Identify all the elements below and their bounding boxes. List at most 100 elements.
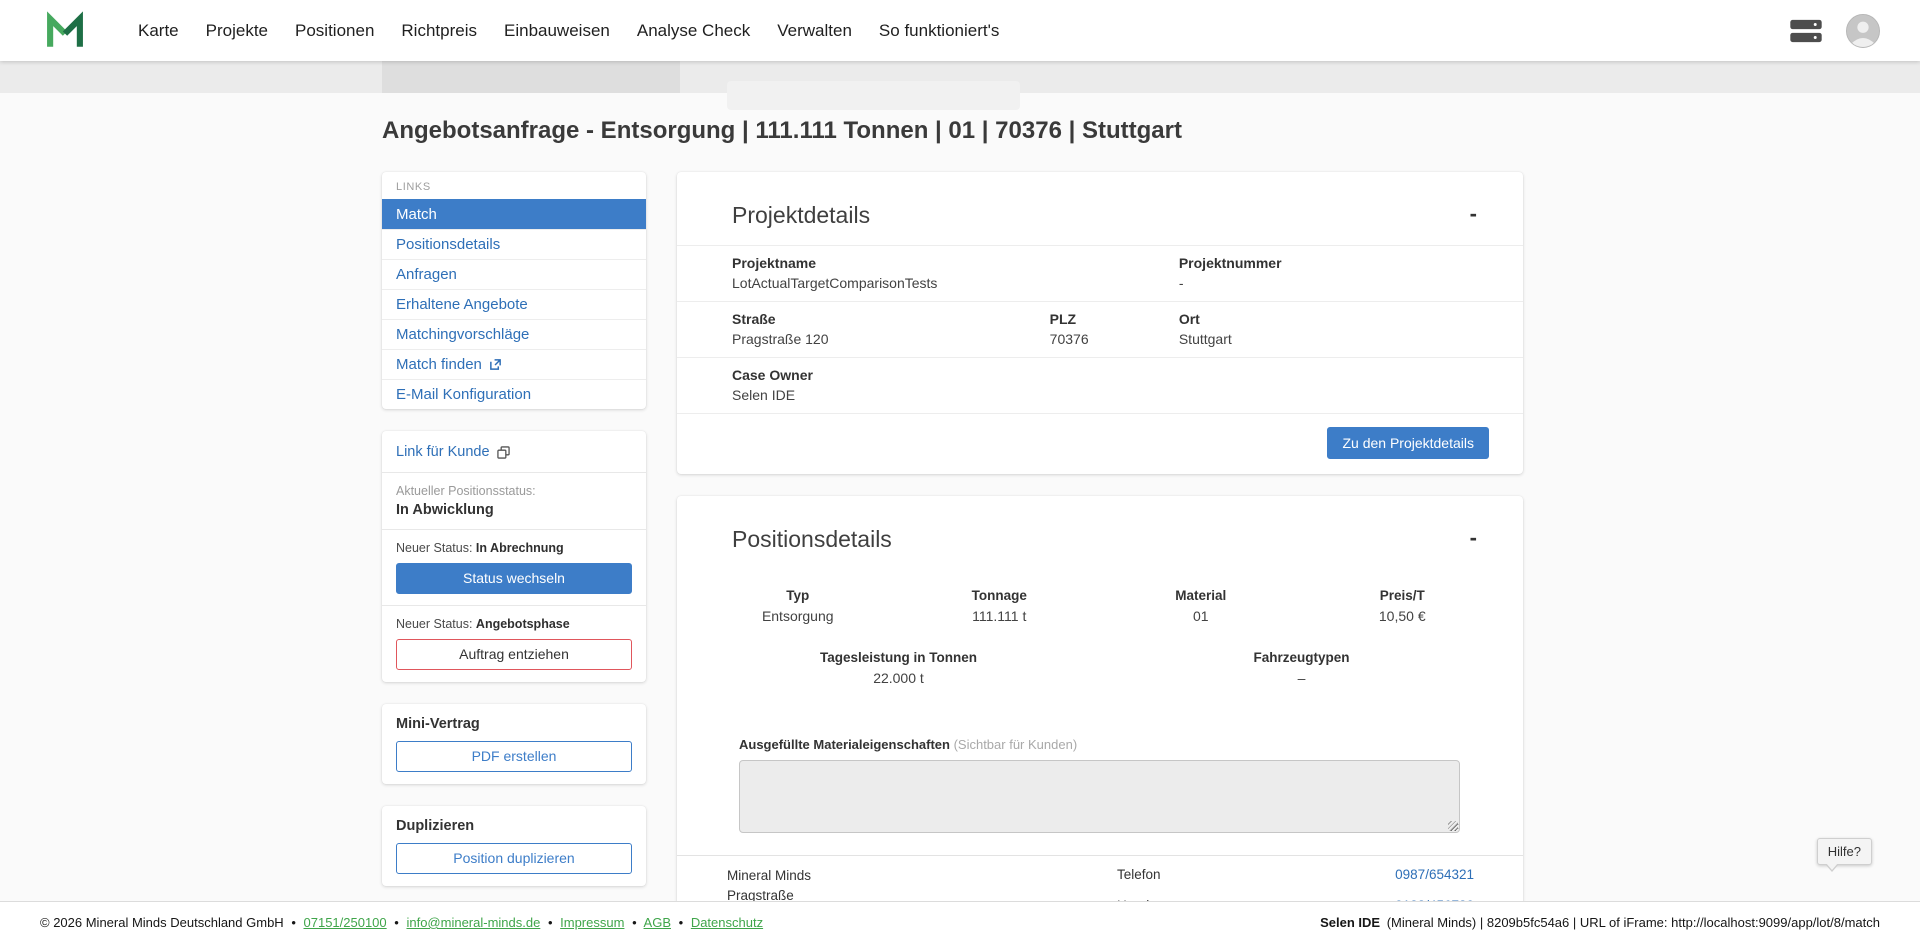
phone-link[interactable]: 0987/654321 bbox=[1395, 866, 1474, 884]
table-row: Case Owner Selen IDE bbox=[677, 358, 1523, 414]
user-avatar[interactable] bbox=[1846, 14, 1880, 48]
sidebar-item-matchingvorschlaege[interactable]: Matchingvorschläge bbox=[382, 319, 646, 349]
new-status-line: Neuer Status: In Abrechnung bbox=[396, 541, 632, 555]
stat-typ: Typ Entsorgung bbox=[697, 587, 899, 625]
separator-dot: • bbox=[548, 915, 553, 930]
sidebar-item-match-finden[interactable]: Match finden bbox=[382, 349, 646, 379]
stat-tagesleistung: Tagesleistung in Tonnen 22.000 t bbox=[697, 649, 1100, 687]
phone-row: Telefon 0987/654321 bbox=[1117, 866, 1474, 884]
material-properties-label: Ausgefüllte Materialeigenschaften (Sicht… bbox=[739, 737, 1460, 752]
new-status-value: In Abrechnung bbox=[476, 541, 564, 555]
current-status-value: In Abwicklung bbox=[396, 502, 632, 518]
duplicate-card: Duplizieren Position duplizieren bbox=[382, 806, 646, 886]
field-label: Projektnummer bbox=[1179, 254, 1483, 272]
field-value: - bbox=[1179, 274, 1483, 292]
mineral-minds-logo[interactable] bbox=[44, 9, 86, 53]
new-status-line: Neuer Status: Angebotsphase bbox=[396, 617, 632, 631]
resize-handle-icon[interactable] bbox=[1448, 821, 1458, 831]
copy-icon bbox=[497, 446, 510, 459]
stat-label: Typ bbox=[697, 587, 899, 604]
sidebar-item-match[interactable]: Match bbox=[382, 199, 646, 229]
external-link-icon bbox=[489, 358, 502, 371]
help-button[interactable]: Hilfe? bbox=[1817, 838, 1872, 865]
stat-label: Tagesleistung in Tonnen bbox=[697, 649, 1100, 666]
stat-value: 111.111 t bbox=[899, 608, 1101, 625]
nav-item-richtpreis[interactable]: Richtpreis bbox=[401, 21, 477, 41]
new-status-label: Neuer Status: bbox=[396, 541, 472, 555]
material-properties-textarea[interactable] bbox=[739, 760, 1460, 833]
footer-agb-link[interactable]: AGB bbox=[644, 915, 671, 930]
table-row: Projektname LotActualTargetComparisonTes… bbox=[677, 246, 1523, 302]
top-nav: Karte Projekte Positionen Richtpreis Ein… bbox=[0, 0, 1920, 61]
stat-tonnage: Tonnage 111.111 t bbox=[899, 587, 1101, 625]
loading-placeholder bbox=[382, 61, 680, 93]
status-card: Link für Kunde Aktueller Positionsstatus… bbox=[382, 431, 646, 682]
field-label: Case Owner bbox=[732, 366, 1483, 384]
separator-dot: • bbox=[632, 915, 637, 930]
separator-dot: • bbox=[291, 915, 296, 930]
table-row: Straße Pragstraße 120 PLZ 70376 Ort Stut… bbox=[677, 302, 1523, 358]
company-name: Mineral Minds bbox=[727, 866, 819, 886]
customer-link[interactable]: Link für Kunde bbox=[396, 444, 510, 460]
nav-right-group bbox=[1790, 14, 1880, 48]
divider bbox=[382, 529, 646, 530]
status-change-button[interactable]: Status wechseln bbox=[396, 563, 632, 594]
position-stats-row: Typ Entsorgung Tonnage 111.111 t Materia… bbox=[677, 587, 1523, 625]
duplicate-position-button[interactable]: Position duplizieren bbox=[396, 843, 632, 874]
phone-label: Telefon bbox=[1117, 866, 1161, 884]
stat-label: Tonnage bbox=[899, 587, 1101, 604]
footer-email-link[interactable]: info@mineral-minds.de bbox=[406, 915, 540, 930]
mini-contract-card: Mini-Vertrag PDF erstellen bbox=[382, 704, 646, 784]
footer: © 2026 Mineral Minds Deutschland GmbH • … bbox=[0, 901, 1920, 943]
page-content: Angebotsanfrage - Entsorgung | 111.111 T… bbox=[382, 117, 1523, 943]
material-label-hint: (Sichtbar für Kunden) bbox=[954, 737, 1078, 752]
nav-item-einbauweisen[interactable]: Einbauweisen bbox=[504, 21, 610, 41]
new-status-label: Neuer Status: bbox=[396, 617, 472, 631]
logo-m-icon bbox=[44, 9, 86, 53]
sidebar-item-erhaltene-angebote[interactable]: Erhaltene Angebote bbox=[382, 289, 646, 319]
field-value: LotActualTargetComparisonTests bbox=[732, 274, 1179, 292]
nav-item-so-funktionierts[interactable]: So funktioniert's bbox=[879, 21, 999, 41]
collapse-button[interactable]: - bbox=[1464, 526, 1483, 550]
field-label: Projektname bbox=[732, 254, 1179, 272]
loading-placeholder bbox=[727, 81, 1020, 110]
pdf-create-button[interactable]: PDF erstellen bbox=[396, 741, 632, 772]
nav-item-positionen[interactable]: Positionen bbox=[295, 21, 374, 41]
main-navigation: Karte Projekte Positionen Richtpreis Ein… bbox=[138, 21, 999, 41]
go-to-project-details-button[interactable]: Zu den Projektdetails bbox=[1327, 427, 1489, 459]
field-strasse: Straße Pragstraße 120 bbox=[732, 310, 1050, 348]
project-details-table: Projektname LotActualTargetComparisonTes… bbox=[677, 245, 1523, 414]
duplicate-title: Duplizieren bbox=[396, 818, 632, 834]
separator-dot: • bbox=[394, 915, 399, 930]
main-content: Projektdetails - Projektname LotActualTa… bbox=[677, 172, 1523, 943]
withdraw-order-button[interactable]: Auftrag entziehen bbox=[396, 639, 632, 670]
sidebar-item-anfragen[interactable]: Anfragen bbox=[382, 259, 646, 289]
stat-material: Material 01 bbox=[1100, 587, 1302, 625]
footer-phone-link[interactable]: 07151/250100 bbox=[304, 915, 387, 930]
divider bbox=[382, 472, 646, 473]
footer-impressum-link[interactable]: Impressum bbox=[560, 915, 624, 930]
collapse-button[interactable]: - bbox=[1464, 202, 1483, 226]
nav-item-verwalten[interactable]: Verwalten bbox=[777, 21, 852, 41]
stat-value: Entsorgung bbox=[697, 608, 899, 625]
sidebar-item-label: Match finden bbox=[396, 356, 482, 373]
nav-item-analyse-check[interactable]: Analyse Check bbox=[637, 21, 750, 41]
stat-value: 10,50 € bbox=[1302, 608, 1504, 625]
stat-preis: Preis/T 10,50 € bbox=[1302, 587, 1504, 625]
nav-item-karte[interactable]: Karte bbox=[138, 21, 179, 41]
sidebar: LINKS Match Positionsdetails Anfragen Er… bbox=[382, 172, 646, 943]
current-status-label: Aktueller Positionsstatus: bbox=[396, 484, 632, 498]
field-label: Ort bbox=[1179, 310, 1483, 328]
divider bbox=[382, 605, 646, 606]
field-value: Pragstraße 120 bbox=[732, 330, 1050, 348]
session-user: Selen IDE bbox=[1320, 915, 1380, 930]
nav-item-projekte[interactable]: Projekte bbox=[206, 21, 268, 41]
field-value: Selen IDE bbox=[732, 386, 1483, 404]
server-icon[interactable] bbox=[1790, 19, 1822, 43]
field-projektname: Projektname LotActualTargetComparisonTes… bbox=[732, 254, 1179, 292]
separator-dot: • bbox=[679, 915, 684, 930]
stat-value: 01 bbox=[1100, 608, 1302, 625]
footer-datenschutz-link[interactable]: Datenschutz bbox=[691, 915, 763, 930]
sidebar-item-positionsdetails[interactable]: Positionsdetails bbox=[382, 229, 646, 259]
sidebar-item-email-konfiguration[interactable]: E-Mail Konfiguration bbox=[382, 379, 646, 409]
